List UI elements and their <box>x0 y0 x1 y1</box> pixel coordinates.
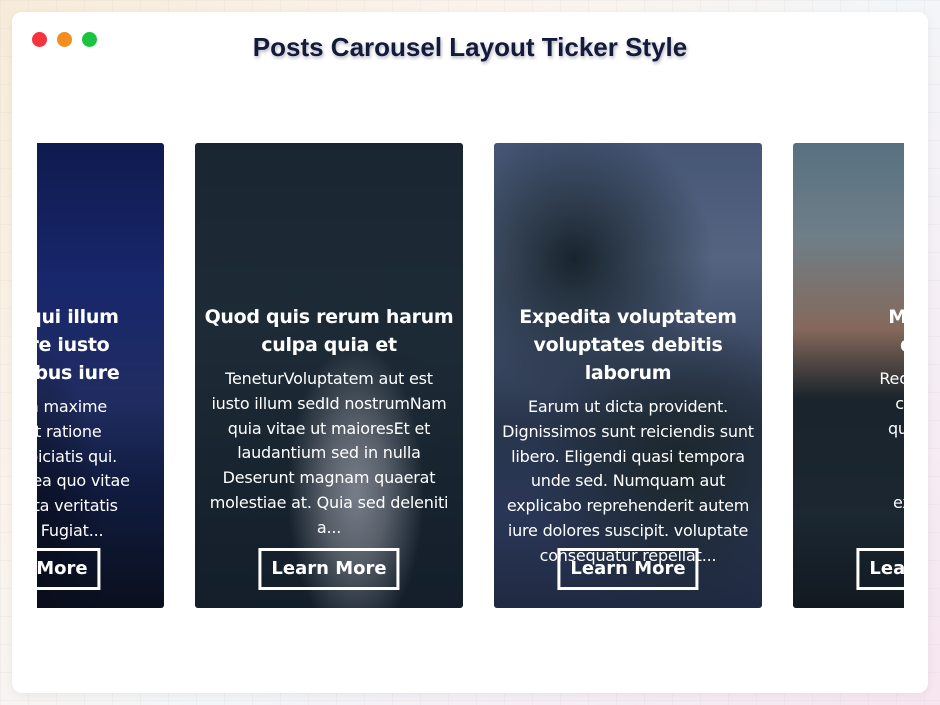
posts-carousel[interactable]: Ratione qui illum inventore iusto volupt… <box>37 143 904 608</box>
browser-window: Posts Carousel Layout Ticker Style Ratio… <box>12 12 928 693</box>
post-excerpt: TeneturVoluptatem aut est iusto illum se… <box>209 369 449 537</box>
post-card[interactable]: Ratione qui illum inventore iusto volupt… <box>37 143 164 608</box>
post-card[interactable]: Mollitia dolor Recusandae cumque quo lib… <box>793 143 904 608</box>
post-excerpt: Dolore non maxime ut. Quia et ratione si… <box>37 397 130 540</box>
learn-more-button[interactable]: Learn More <box>258 548 400 590</box>
learn-more-button[interactable]: Learn More <box>37 548 101 590</box>
post-card[interactable]: Expedita voluptatem voluptates debitis l… <box>494 143 762 608</box>
card-content: Expedita voluptatem voluptates debitis l… <box>494 303 762 569</box>
post-title[interactable]: Ratione qui illum inventore iusto volupt… <box>37 303 162 387</box>
post-title[interactable]: Mollitia dolor <box>795 303 904 359</box>
learn-more-button[interactable]: Learn More <box>557 548 699 590</box>
post-excerpt: Recusandae cumque quo libero persp accus… <box>879 369 904 512</box>
post-title[interactable]: Expedita voluptatem voluptates debitis l… <box>496 303 760 387</box>
learn-more-button[interactable]: Learn More <box>856 548 904 590</box>
card-content: Mollitia dolor Recusandae cumque quo lib… <box>793 303 904 516</box>
card-content: Quod quis rerum harum culpa quia et Tene… <box>195 303 463 541</box>
post-excerpt: Earum ut dicta provident. Dignissimos su… <box>502 397 754 565</box>
card-content: Ratione qui illum inventore iusto volupt… <box>37 303 164 544</box>
page-title: Posts Carousel Layout Ticker Style <box>252 32 688 62</box>
post-card[interactable]: Quod quis rerum harum culpa quia et Tene… <box>195 143 463 608</box>
post-title[interactable]: Quod quis rerum harum culpa quia et <box>197 303 461 359</box>
